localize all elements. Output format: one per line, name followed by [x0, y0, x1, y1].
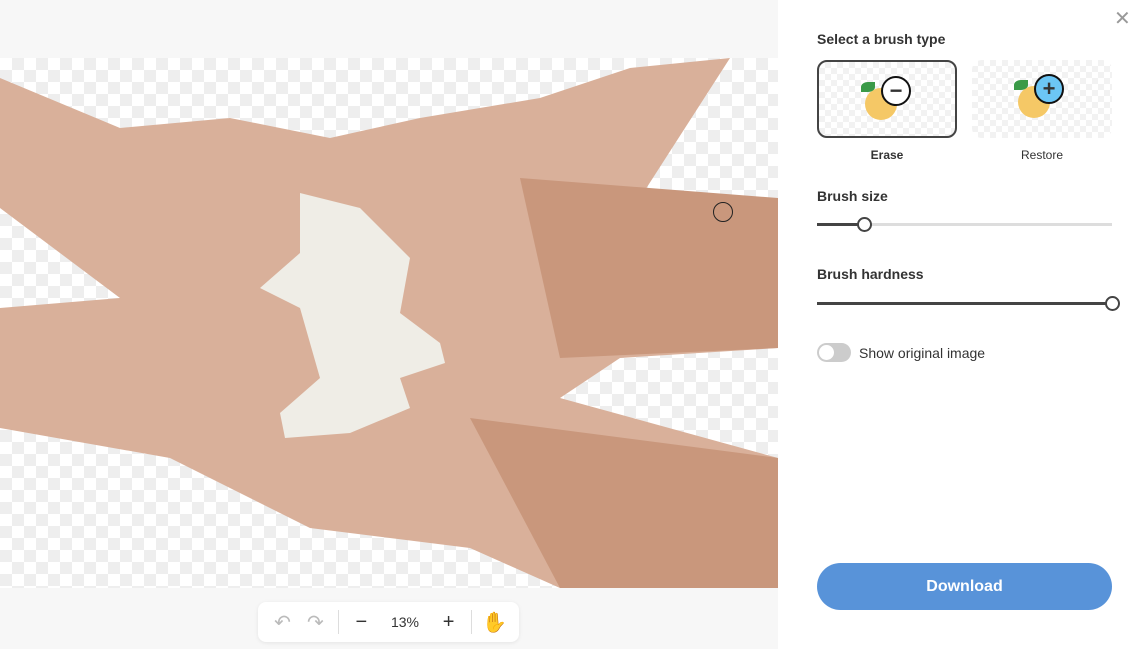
brush-hardness-slider[interactable]: [817, 296, 1120, 311]
undo-icon[interactable]: ↶: [266, 610, 299, 635]
brush-cursor: [713, 202, 733, 222]
leaf-icon: [1014, 80, 1028, 90]
brush-type-title: Select a brush type: [817, 31, 946, 47]
plus-icon: +: [1034, 74, 1064, 104]
slider-thumb[interactable]: [1105, 296, 1120, 311]
download-button[interactable]: Download: [817, 563, 1112, 610]
divider: [337, 610, 339, 634]
slider-thumb[interactable]: [857, 217, 873, 232]
divider: [471, 610, 473, 634]
brush-size-slider[interactable]: [817, 217, 1112, 232]
zoom-in-icon[interactable]: +: [432, 611, 465, 634]
hands-with-dove-image: [0, 58, 778, 588]
close-icon[interactable]: ✕: [1114, 6, 1131, 31]
erase-label: Erase: [870, 148, 904, 162]
redo-icon[interactable]: ↷: [299, 610, 332, 635]
zoom-out-icon[interactable]: −: [345, 611, 378, 634]
restore-brush-option[interactable]: +: [972, 60, 1112, 138]
show-original-label: Show original image: [859, 345, 986, 361]
hand-icon[interactable]: ✋: [478, 610, 511, 635]
leaf-icon: [861, 82, 875, 92]
minus-icon: −: [881, 76, 911, 106]
settings-panel: ✕ Select a brush type − Erase + Restore …: [778, 0, 1140, 649]
canvas-area[interactable]: ↶ ↷ − 13% + ✋: [0, 0, 778, 649]
show-original-toggle[interactable]: [817, 343, 851, 362]
brush-size-label: Brush size: [817, 188, 888, 204]
edited-image[interactable]: [0, 58, 778, 588]
zoom-toolbar: ↶ ↷ − 13% + ✋: [258, 602, 519, 642]
zoom-level: 13%: [390, 614, 419, 630]
brush-hardness-label: Brush hardness: [817, 266, 924, 282]
restore-label: Restore: [1020, 148, 1064, 162]
erase-brush-option[interactable]: −: [817, 60, 957, 138]
